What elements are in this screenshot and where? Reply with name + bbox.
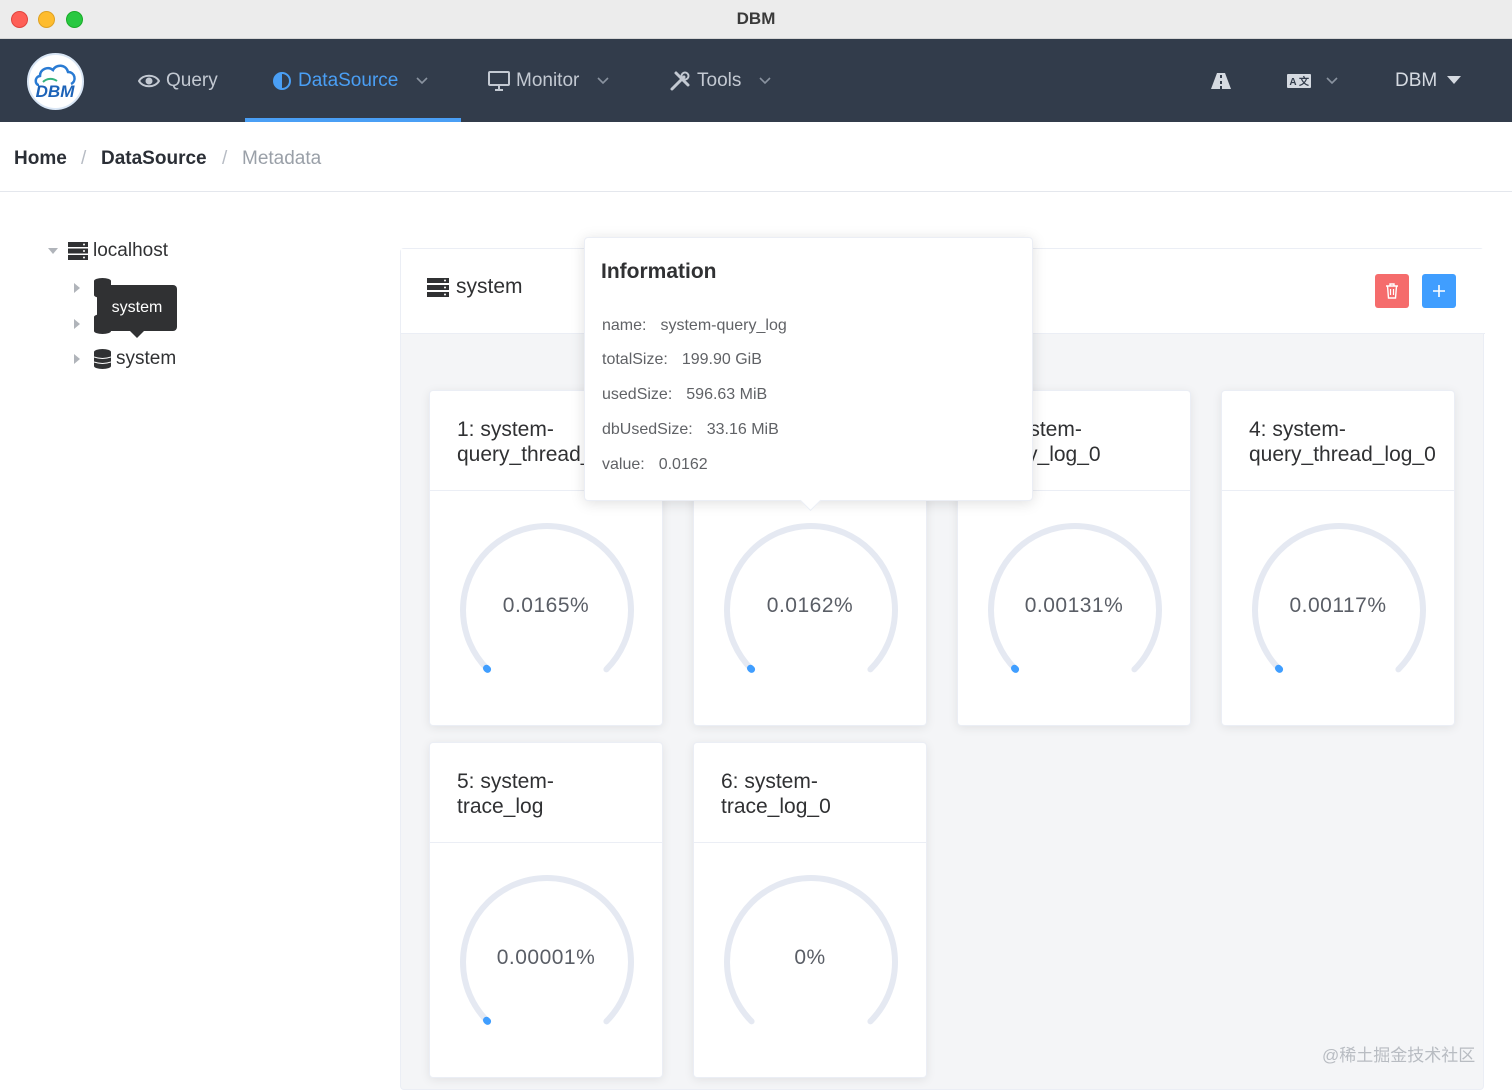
gauge-fill — [482, 1016, 492, 1025]
breadcrumb-datasource[interactable]: DataSource — [101, 148, 207, 170]
tools-icon — [670, 71, 690, 90]
nav-datasource-label: DataSource — [298, 69, 399, 91]
language-switcher[interactable]: A 文 — [1286, 39, 1338, 122]
popover-row: totalSize: 199.90 GiB — [602, 351, 762, 369]
card-title-line: trace_log_0 — [721, 795, 831, 818]
window-title: DBM — [736, 9, 776, 28]
breadcrumb-home[interactable]: Home — [14, 148, 67, 170]
gauge-fill — [1274, 664, 1284, 673]
popover-key: usedSize: — [602, 386, 673, 403]
breadcrumb-separator: / — [222, 148, 228, 169]
gauge-fill — [1010, 664, 1020, 673]
app-logo[interactable]: DBM — [27, 53, 84, 110]
popover-row: value: 0.0162 — [602, 456, 708, 474]
delete-button[interactable] — [1375, 274, 1409, 308]
popover-title: Information — [601, 260, 717, 283]
top-navbar: DBM Query DataSource Monitor Tools A 文 D… — [0, 39, 1512, 122]
chevron-down-icon — [759, 76, 771, 84]
gauge-value: 0.0165% — [502, 594, 590, 617]
user-name: DBM — [1395, 69, 1438, 91]
table-card[interactable]: 6: system-trace_log_0 0% — [693, 742, 927, 1078]
table-card[interactable]: 5: system-trace_log 0.00001% — [429, 742, 663, 1078]
server-icon — [427, 277, 449, 297]
card-title-line: 6: system- — [721, 770, 818, 793]
tree-node-label: system — [116, 348, 177, 369]
information-popover: Information name: system-query_log totalS… — [584, 237, 1033, 501]
nav-query-label: Query — [166, 69, 218, 91]
card-title: 6: system-trace_log_0 — [694, 743, 926, 843]
panel-title-text: system — [456, 275, 523, 298]
popover-value: 199.90 GiB — [681, 351, 762, 368]
breadcrumb-current: Metadata — [242, 148, 322, 169]
half-circle-icon — [273, 71, 291, 90]
add-button[interactable] — [1422, 274, 1456, 308]
tree-node-system[interactable]: system — [74, 348, 176, 370]
nav-tools-label: Tools — [697, 69, 742, 91]
chevron-down-icon — [1326, 76, 1338, 84]
popover-value: system-query_log — [660, 317, 787, 334]
theme-toggle-button[interactable] — [1209, 39, 1233, 122]
tree-node-localhost[interactable]: localhost — [48, 240, 168, 262]
expand-caret-icon[interactable] — [74, 319, 80, 329]
monitor-icon — [488, 70, 510, 91]
eye-icon — [138, 74, 160, 87]
svg-text:文: 文 — [1299, 75, 1310, 88]
card-title-line: 5: system- — [457, 770, 554, 793]
popover-key: value: — [602, 456, 645, 473]
popover-key: name: — [602, 317, 647, 334]
popover-value: 33.16 MiB — [706, 421, 779, 438]
user-menu[interactable]: DBM — [1395, 39, 1462, 122]
expand-caret-icon[interactable] — [48, 248, 58, 254]
table-card[interactable]: 4: system-query_thread_log_0 0.00117% — [1221, 390, 1455, 726]
database-icon — [94, 349, 111, 369]
nav-query[interactable]: Query — [138, 39, 218, 122]
card-title: 4: system-query_thread_log_0 — [1222, 391, 1454, 491]
breadcrumb-separator: / — [81, 148, 87, 169]
nav-datasource[interactable]: DataSource — [272, 39, 434, 122]
gauge-value: 0.00001% — [496, 946, 596, 969]
tree-node-label: localhost — [93, 240, 168, 261]
tree-tooltip: system — [97, 285, 177, 338]
trash-icon — [1386, 283, 1398, 299]
plus-icon — [1433, 285, 1445, 297]
nav-monitor[interactable]: Monitor — [488, 39, 615, 122]
nav-tools[interactable]: Tools — [669, 39, 777, 122]
expand-caret-icon[interactable] — [74, 354, 80, 364]
caret-down-icon — [1447, 76, 1462, 84]
popover-row: dbUsedSize: 33.16 MiB — [602, 421, 779, 439]
logo-text: DBM — [36, 82, 76, 101]
card-title: 5: system-trace_log — [430, 743, 662, 843]
gauge-fill — [482, 664, 492, 673]
window-titlebar: DBM — [0, 0, 1512, 39]
cloud-icon: DBM — [34, 64, 76, 101]
popover-row: usedSize: 596.63 MiB — [602, 386, 767, 404]
gauge-fill — [746, 664, 756, 673]
panel-title: system — [427, 275, 523, 299]
watermark: @稀土掘金技术社区 — [1322, 1046, 1476, 1065]
server-icon — [68, 242, 88, 260]
translate-icon: A 文 — [1287, 73, 1311, 88]
card-title-line: 4: system- — [1249, 418, 1346, 441]
popover-key: totalSize: — [602, 351, 668, 368]
popover-row: name: system-query_log — [602, 317, 787, 335]
chevron-down-icon — [416, 76, 428, 84]
gauge-value: 0.0162% — [766, 594, 854, 617]
card-title-line: trace_log — [457, 795, 544, 818]
gauge-value: 0.00117% — [1289, 594, 1387, 617]
breadcrumb: Home / DataSource / Metadata — [0, 122, 1512, 192]
road-icon — [1211, 72, 1231, 89]
card-title-line: query_thread_log_0 — [1249, 443, 1436, 466]
popover-key: dbUsedSize: — [602, 421, 693, 438]
chevron-down-icon — [597, 76, 609, 84]
svg-text:A: A — [1289, 77, 1296, 88]
gauge-value: 0% — [794, 946, 826, 969]
nav-monitor-label: Monitor — [516, 69, 580, 91]
popover-value: 0.0162 — [658, 456, 708, 473]
gauge-value: 0.00131% — [1024, 594, 1124, 617]
expand-caret-icon[interactable] — [74, 283, 80, 293]
popover-value: 596.63 MiB — [686, 386, 768, 403]
